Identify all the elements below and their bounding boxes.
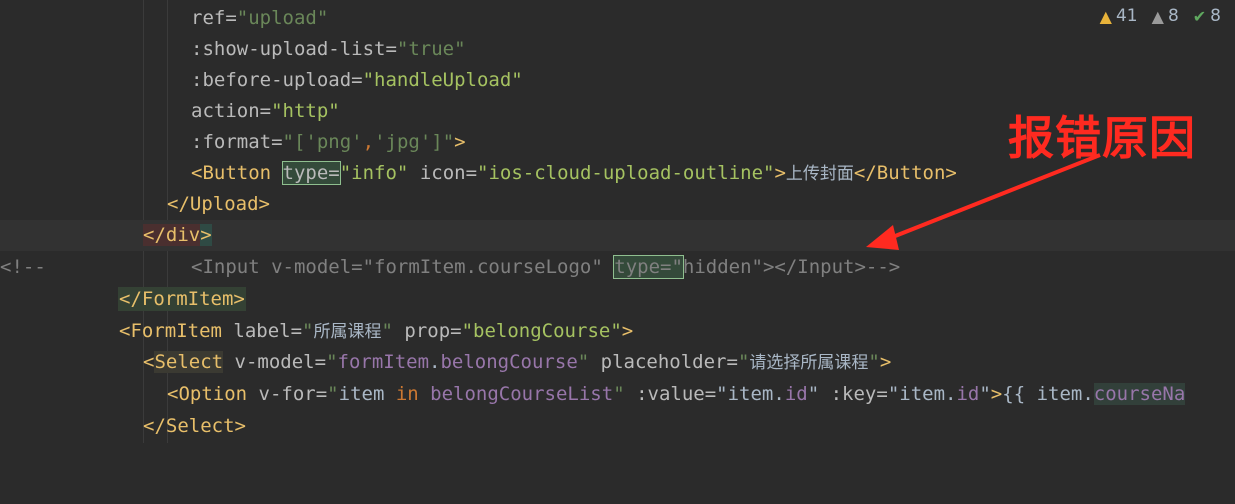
annotation-arrow	[866, 153, 1101, 250]
code-editor[interactable]: ref="upload" :show-upload-list="true" :b…	[0, 0, 1235, 443]
